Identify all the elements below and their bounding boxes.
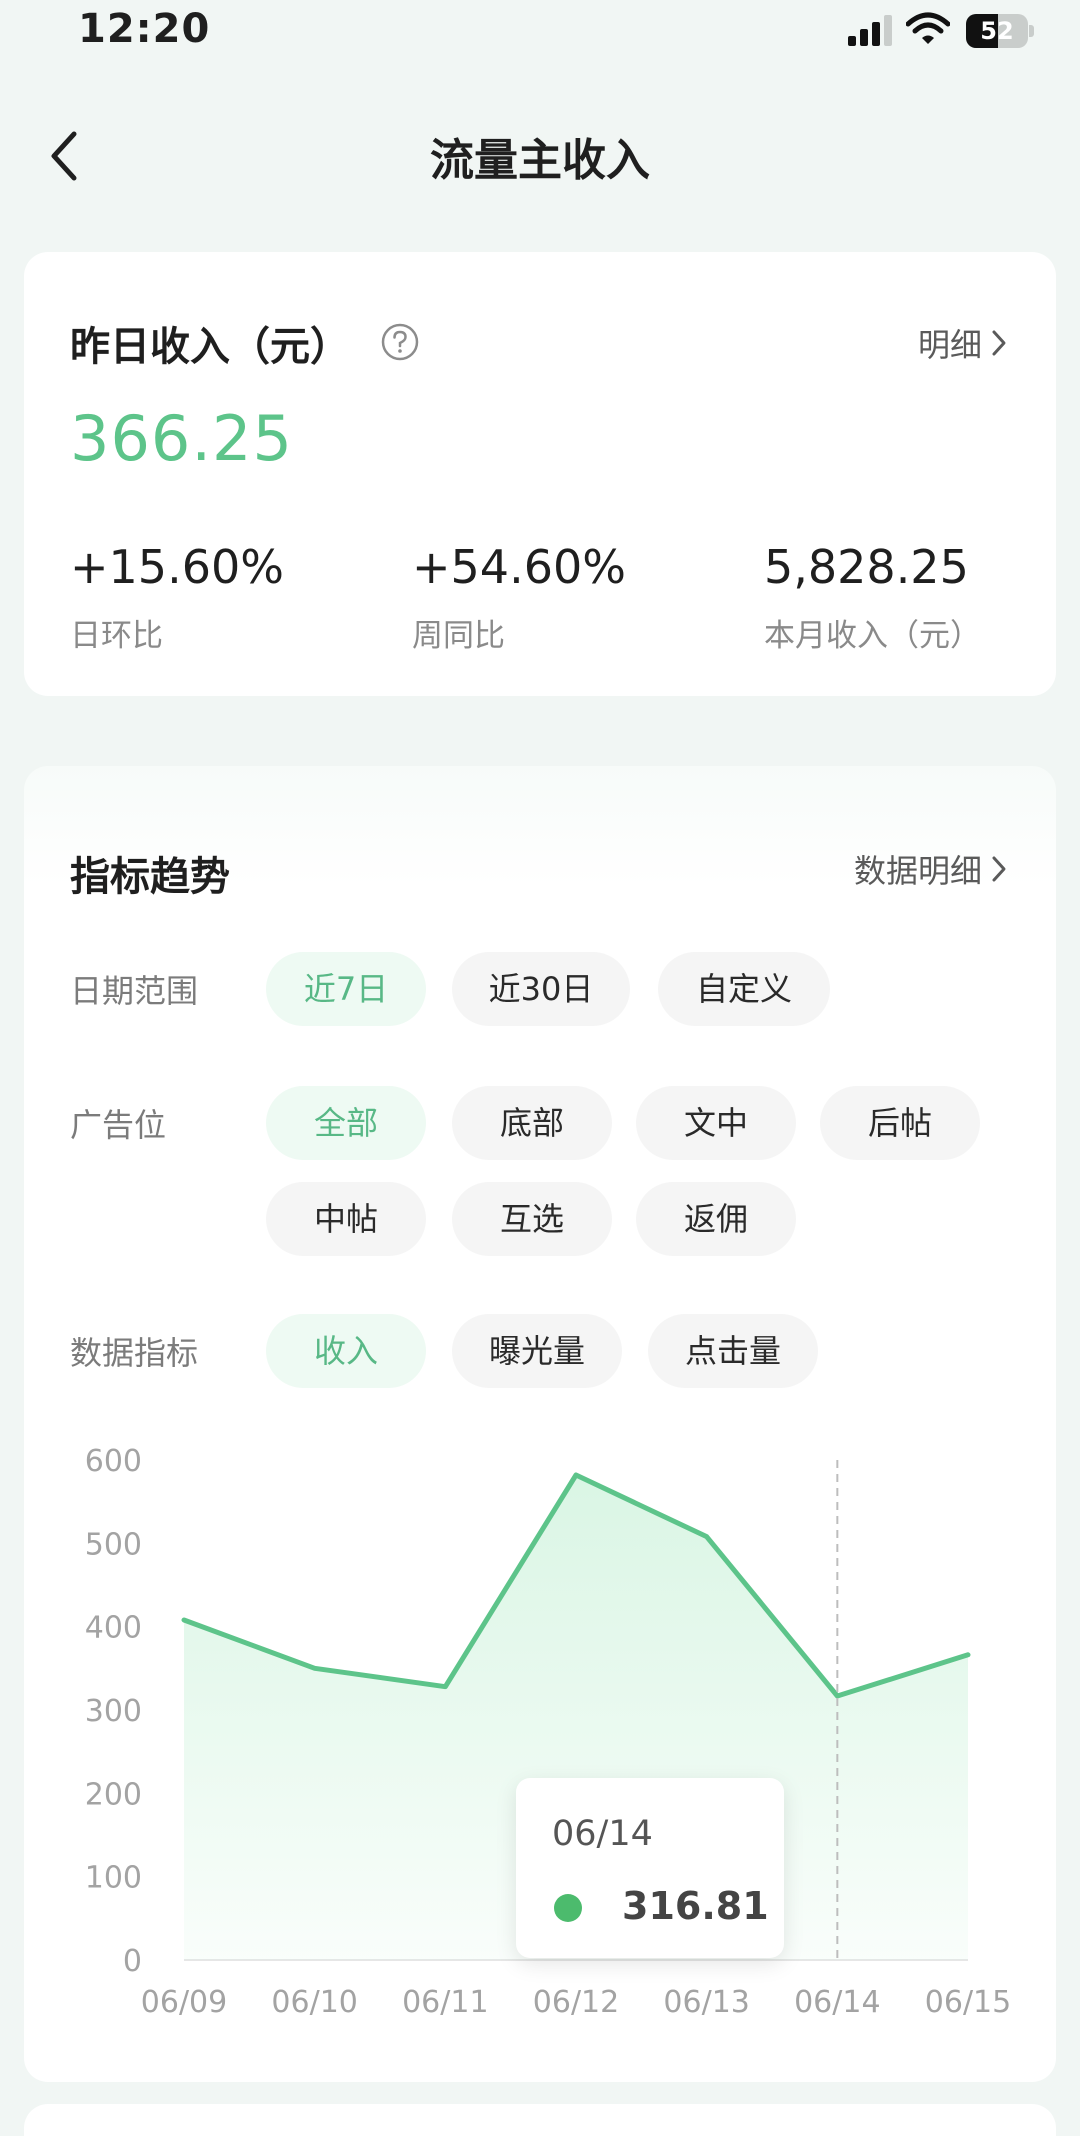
y-tick-label: 200 [85,1777,142,1812]
stat-value: +54.60% [412,540,626,594]
yesterday-income-value: 366.25 [70,402,293,475]
chevron-right-icon [992,330,1006,356]
x-tick-label: 06/11 [402,1985,488,2020]
income-detail-label: 明细 [917,326,982,364]
metric-trend-card: 指标趋势 数据明细 日期范围 近7日 近30日 自定义 广告位 全部 底部 文中… [24,766,1056,2082]
tooltip-value: 316.81 [622,1884,769,1928]
next-card [24,2104,1056,2136]
x-tick-label: 06/13 [663,1985,749,2020]
tooltip-date: 06/14 [552,1814,653,1854]
status-time: 12:20 [78,6,211,52]
yesterday-income-card: 昨日收入（元） 明细 366.25 +15.60% 日环比 +54.60% 周同… [24,252,1056,696]
cellular-signal-icon [848,15,892,46]
y-tick-label: 500 [85,1527,142,1562]
y-tick-label: 0 [123,1944,142,1979]
x-tick-label: 06/12 [533,1985,619,2020]
stat-label: 日环比 [70,618,163,654]
x-tick-label: 06/09 [141,1985,227,2020]
x-tick-label: 06/14 [794,1985,880,2020]
stat-label: 周同比 [412,618,505,654]
y-tick-label: 400 [85,1611,142,1646]
x-tick-label: 06/15 [925,1985,1011,2020]
stat-label: 本月收入（元） [764,618,981,654]
status-bar: 12:20 52 [0,0,1080,64]
stat-value: 5,828.25 [764,540,969,594]
stat-day-over-day: +15.60% 日环比 [70,540,284,655]
stat-month-income: 5,828.25 本月收入（元） [764,540,981,655]
help-question-icon[interactable] [380,322,420,362]
y-tick-label: 100 [85,1861,142,1896]
stat-week-over-week: +54.60% 周同比 [412,540,626,655]
stat-value: +15.60% [70,540,284,594]
wifi-icon [906,12,950,44]
battery-icon: 52 [966,14,1034,48]
battery-level-text: 52 [980,17,1014,45]
page-title: 流量主收入 [430,135,650,186]
yesterday-income-title: 昨日收入（元） [70,324,350,370]
chart-tooltip: 06/14 316.81 [516,1778,784,1958]
income-detail-link[interactable]: 明细 [918,320,1008,366]
y-tick-label: 300 [85,1694,142,1729]
y-tick-label: 600 [85,1444,142,1479]
tooltip-series-dot [554,1894,582,1922]
income-page: 12:20 52 流量主收入 昨日收入（元） 明细 366.25 +15.60%… [0,0,1080,2136]
x-tick-label: 06/10 [271,1985,357,2020]
